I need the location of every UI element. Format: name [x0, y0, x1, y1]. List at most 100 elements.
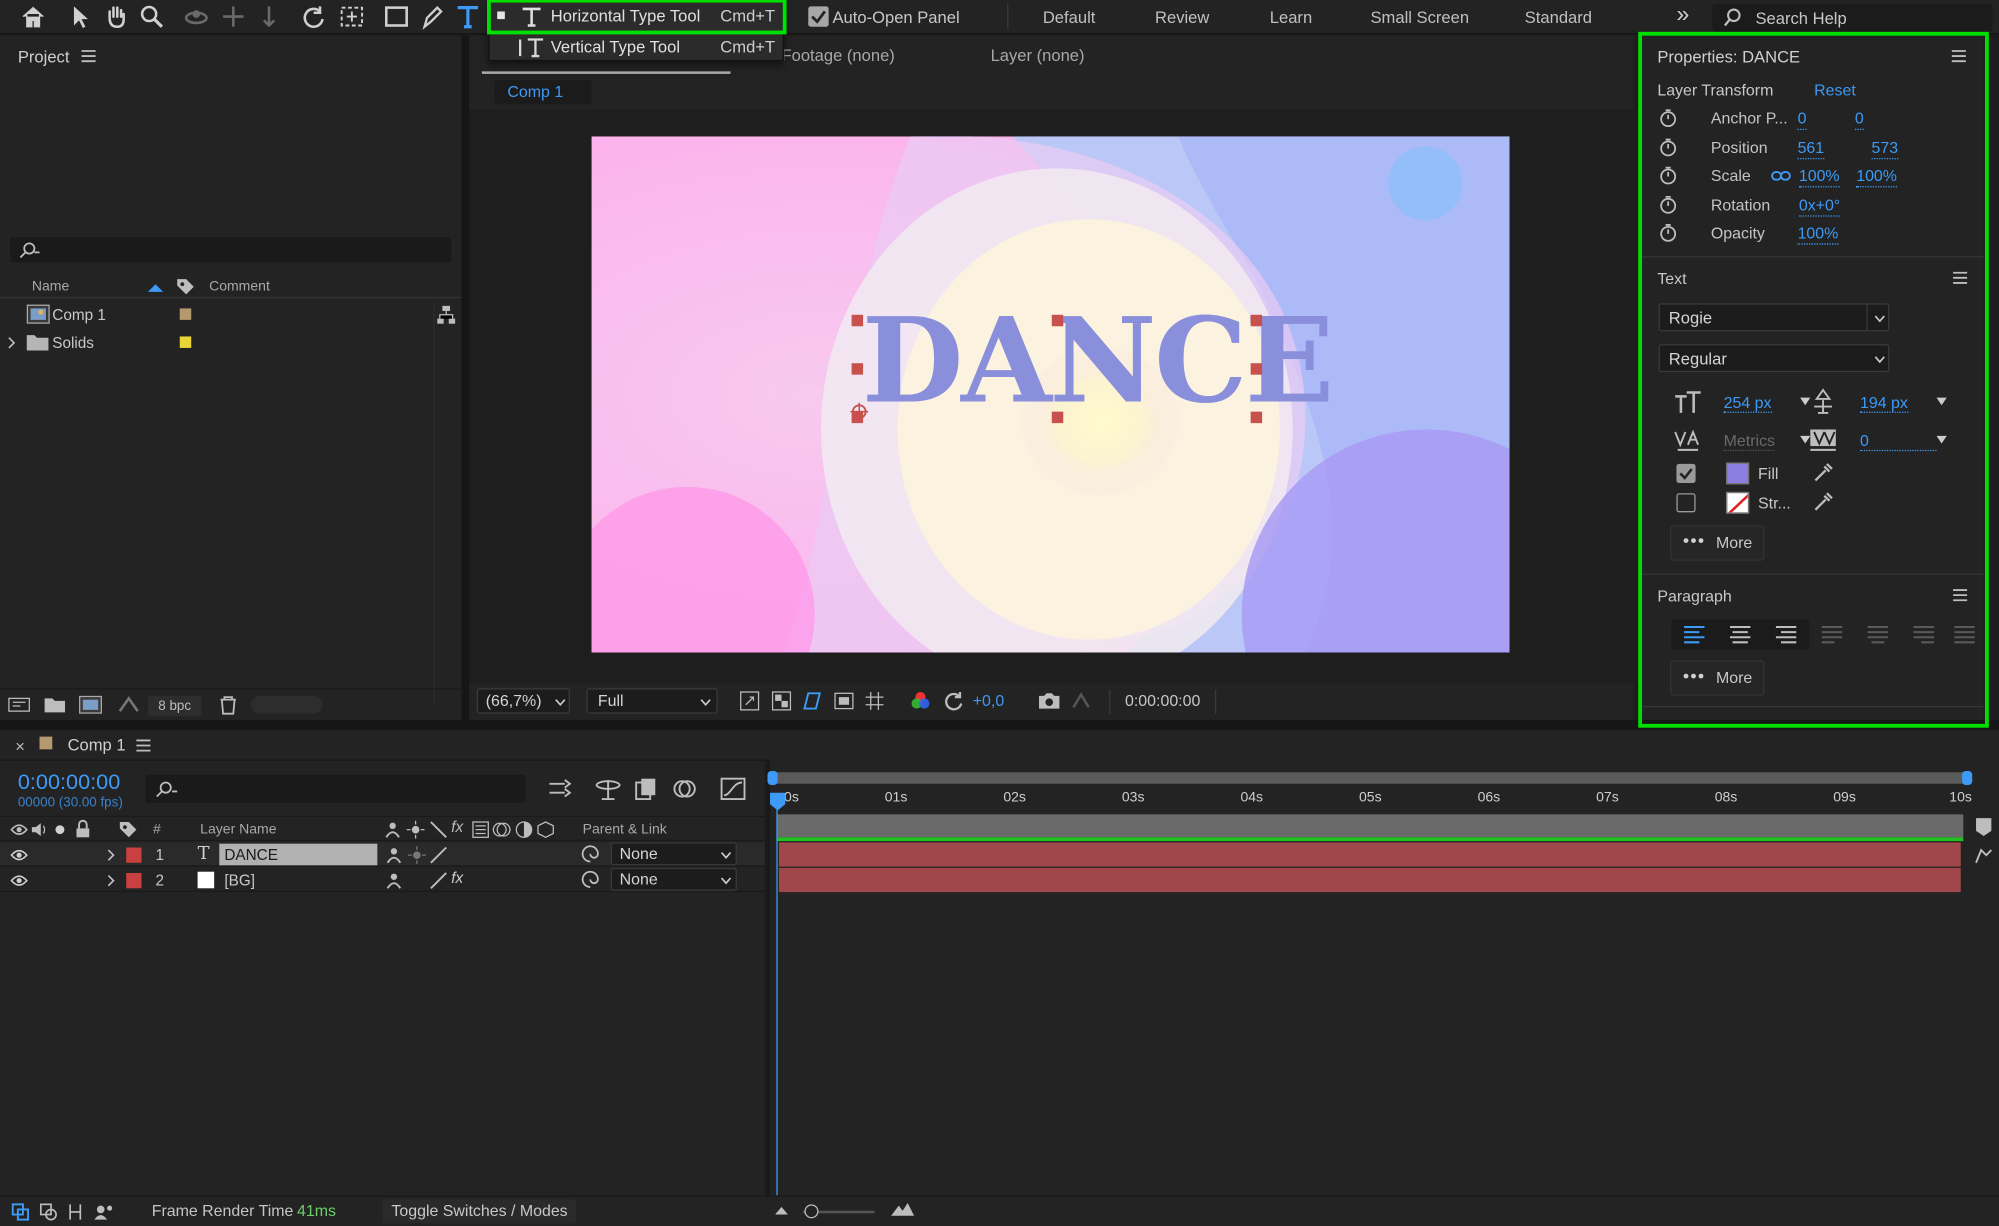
anchor-y-value[interactable]: 0	[1854, 110, 1864, 130]
label-color-swatch[interactable]	[179, 336, 192, 348]
in-out-icon[interactable]	[66, 1203, 84, 1221]
orbit-icon[interactable]	[182, 3, 210, 31]
zoom-in-mountain-icon[interactable]	[890, 1202, 915, 1217]
search-help-input[interactable]: Search Help	[1712, 3, 1993, 32]
parent-dropdown[interactable]: None	[610, 842, 737, 866]
zoom-dropdown[interactable]: (66,7%)	[476, 688, 570, 714]
exposure-value[interactable]: +0,0	[973, 692, 1004, 710]
timeline-zoom-slider-thumb[interactable]	[804, 1204, 819, 1219]
viewer-timecode[interactable]: 0:00:00:00	[1109, 689, 1217, 714]
transfer-controls-icon[interactable]	[39, 1203, 58, 1221]
grid-guides-icon[interactable]	[864, 691, 884, 711]
pan-behind-icon[interactable]	[219, 3, 247, 31]
panel-splitter[interactable]	[0, 720, 1999, 731]
scale-x-value[interactable]: 100%	[1798, 167, 1840, 188]
resolution-dropdown[interactable]: Full	[586, 688, 718, 714]
layer-name[interactable]: [BG]	[224, 872, 255, 890]
transform-handle[interactable]	[851, 314, 864, 327]
workspace-overflow-icon[interactable]: »	[1676, 1, 1689, 28]
eyedropper-icon[interactable]	[1813, 492, 1833, 512]
workspace-learn[interactable]: Learn	[1270, 8, 1312, 27]
collapse-switch-icon[interactable]	[407, 846, 426, 865]
fill-checkbox[interactable]	[1676, 463, 1696, 484]
workspace-default[interactable]: Default	[1043, 8, 1096, 27]
name-column-header[interactable]: Name	[32, 279, 69, 294]
panel-splitter[interactable]	[461, 35, 470, 721]
audio-speaker-icon[interactable]	[31, 822, 49, 837]
project-search-input[interactable]	[10, 237, 452, 263]
selection-arrow-icon[interactable]	[66, 3, 94, 31]
bit-depth-button[interactable]: 8 bpc	[147, 695, 202, 717]
panel-menu-icon[interactable]	[136, 739, 151, 752]
new-composition-icon[interactable]	[79, 695, 102, 714]
font-size-value[interactable]: 254 px	[1723, 394, 1772, 413]
adjustment-layer-icon[interactable]	[515, 821, 533, 839]
chevron-right-icon[interactable]	[107, 874, 115, 887]
comment-column-header[interactable]: Comment	[209, 279, 270, 294]
align-right-button[interactable]	[1763, 619, 1810, 650]
panel-menu-icon[interactable]	[1953, 271, 1968, 284]
playhead-line[interactable]	[776, 806, 778, 1196]
stopwatch-icon[interactable]	[1659, 138, 1678, 157]
fill-color-swatch[interactable]	[1726, 462, 1750, 485]
composition-mini-flowchart-icon[interactable]	[548, 779, 573, 798]
video-eye-icon[interactable]	[10, 874, 28, 887]
reset-button[interactable]: Reset	[1814, 82, 1856, 100]
auto-open-checkbox[interactable]	[808, 6, 829, 27]
scale-y-value[interactable]: 100%	[1856, 167, 1897, 188]
footage-tab[interactable]: Footage (none)	[781, 46, 894, 65]
opacity-value[interactable]: 100%	[1797, 224, 1839, 245]
lock-icon[interactable]	[75, 819, 90, 839]
hand-icon[interactable]	[102, 3, 130, 31]
panel-menu-icon[interactable]	[1951, 50, 1967, 63]
time-ruler[interactable]: 0s 01s 02s 03s 04s 05s 06s 07s 08s 09s 1…	[771, 786, 1972, 814]
position-x-value[interactable]: 561	[1797, 139, 1825, 160]
mask-visibility-icon[interactable]	[802, 691, 822, 711]
text-more-button[interactable]: ••• More	[1670, 525, 1765, 561]
work-area-end-handle[interactable]	[1962, 771, 1973, 786]
rotation-value[interactable]: 0x+0°	[1798, 196, 1841, 217]
composition-frame[interactable]: DANCE	[591, 136, 1510, 653]
collapse-switch-icon[interactable]	[406, 820, 425, 839]
stroke-checkbox[interactable]	[1676, 493, 1696, 513]
chevron-down-icon[interactable]	[1800, 397, 1811, 406]
scrollbar-track[interactable]	[433, 303, 435, 705]
kerning-value[interactable]: Metrics	[1723, 432, 1775, 452]
sort-ascending-icon[interactable]	[147, 283, 165, 293]
stopwatch-icon[interactable]	[1659, 166, 1678, 185]
stopwatch-icon[interactable]	[1659, 108, 1678, 128]
show-snapshot-icon[interactable]	[1071, 692, 1091, 710]
project-item-solids[interactable]: Solids	[0, 330, 462, 355]
comp-marker-icon[interactable]	[1975, 817, 1993, 837]
solo-dot-icon[interactable]	[55, 825, 65, 835]
label-tag-icon[interactable]	[119, 821, 139, 839]
chevron-right-icon[interactable]	[107, 849, 115, 862]
draft-3d-icon[interactable]	[595, 777, 621, 801]
constrain-proportions-link-icon[interactable]	[1771, 169, 1791, 182]
layer-switches-icon[interactable]	[11, 1203, 30, 1221]
label-color-swatch[interactable]	[179, 308, 192, 320]
stopwatch-icon[interactable]	[1659, 223, 1678, 242]
anchor-point-icon[interactable]	[850, 402, 869, 421]
chevron-down-icon[interactable]	[1936, 397, 1947, 406]
transform-handle[interactable]	[1051, 314, 1064, 327]
shy-switch-icon[interactable]	[385, 872, 403, 890]
snapshot-camera-icon[interactable]	[1038, 692, 1061, 710]
trash-icon[interactable]	[219, 696, 237, 715]
toggle-switches-button[interactable]: Toggle Switches / Modes	[382, 1199, 577, 1224]
quality-switch-icon[interactable]	[430, 821, 448, 839]
layer-bar-bg[interactable]	[778, 867, 1961, 893]
transform-handle[interactable]	[1250, 363, 1263, 375]
transform-handle[interactable]	[1051, 411, 1064, 424]
workspace-standard[interactable]: Standard	[1525, 8, 1592, 27]
current-timecode[interactable]: 0:00:00:00	[18, 770, 120, 795]
pen-icon[interactable]	[418, 3, 446, 31]
video-eye-icon[interactable]	[10, 849, 28, 862]
video-eye-icon[interactable]	[10, 823, 28, 836]
effects-fx-icon[interactable]: fx	[451, 818, 463, 836]
eyedropper-icon[interactable]	[1813, 463, 1833, 483]
paragraph-more-button[interactable]: ••• More	[1670, 660, 1765, 696]
new-folder-icon[interactable]	[44, 697, 66, 713]
comp-breadcrumb[interactable]: Comp 1	[494, 80, 592, 105]
transform-handle[interactable]	[851, 363, 864, 375]
